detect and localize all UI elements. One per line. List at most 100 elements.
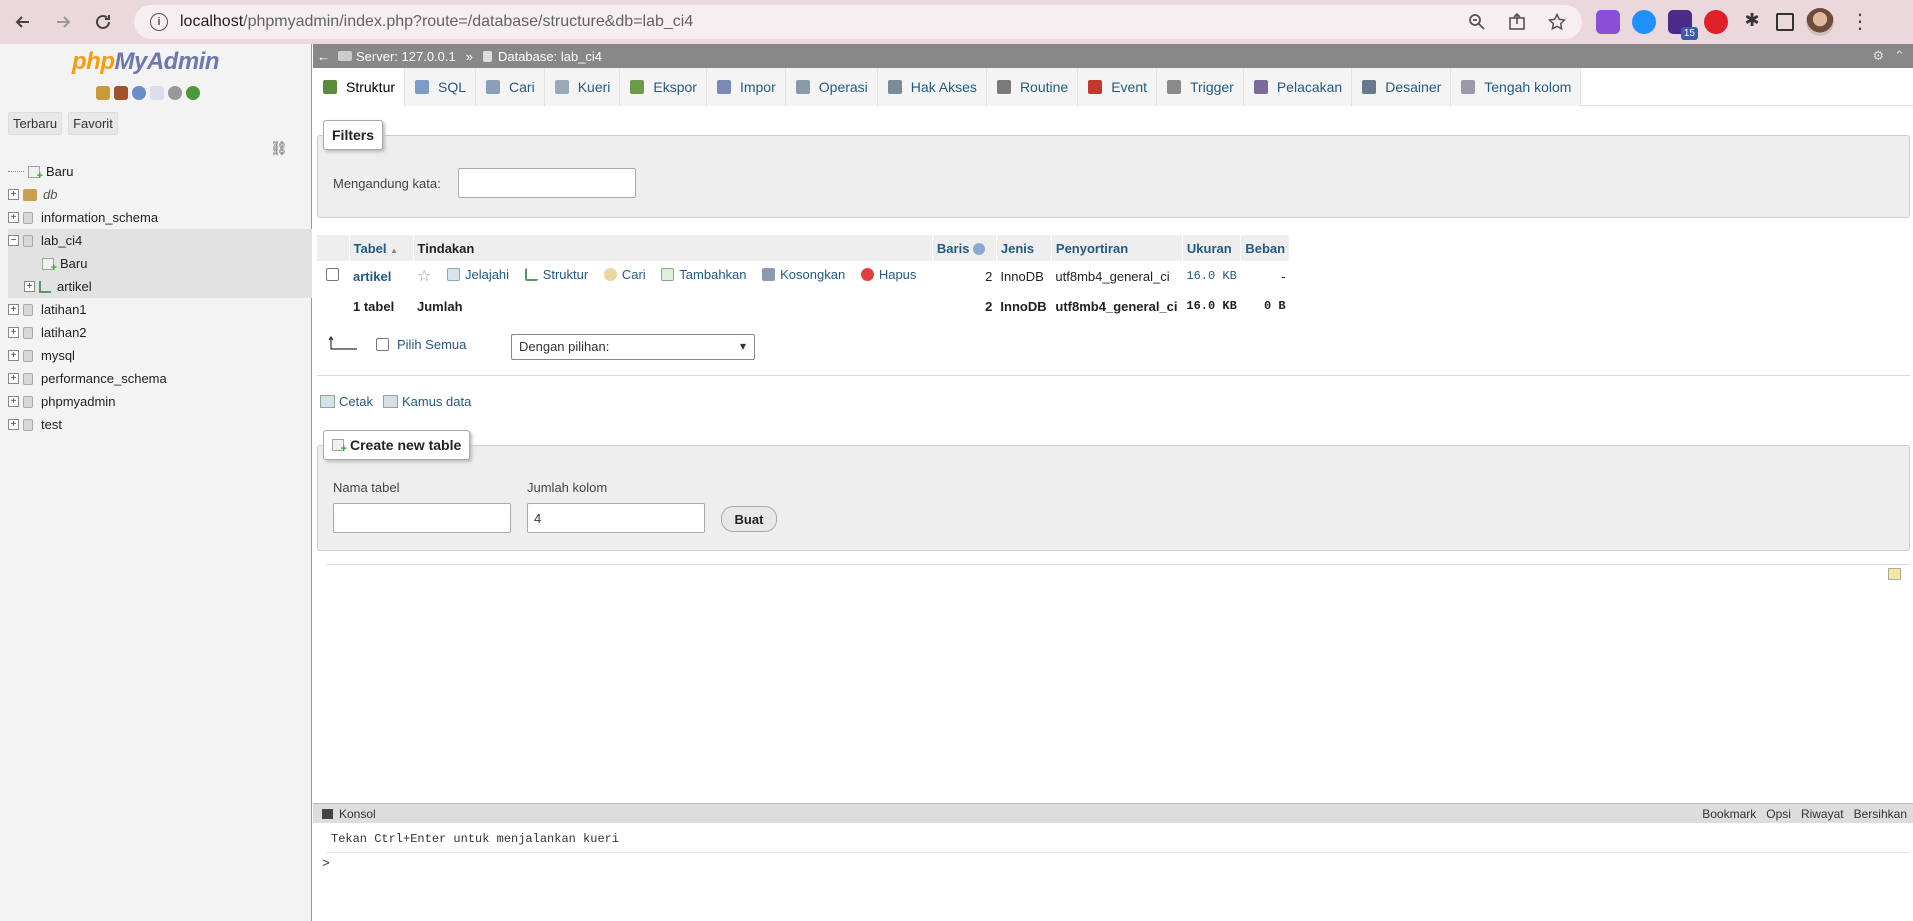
row-checkbox[interactable] <box>326 268 339 281</box>
column-count-input[interactable] <box>527 503 705 533</box>
tree-item-test[interactable]: + test <box>8 413 312 436</box>
with-selected-dropdown[interactable]: Dengan pilihan: ▾ <box>511 334 755 360</box>
structure-action[interactable]: Struktur <box>524 267 588 282</box>
back-icon[interactable] <box>6 5 40 39</box>
collapse-arrow-icon[interactable]: ← <box>317 49 330 64</box>
tab-event[interactable]: Event <box>1078 68 1158 106</box>
expand-icon[interactable]: + <box>8 419 19 430</box>
console-input[interactable]: > <box>322 856 330 871</box>
print-link[interactable]: Cetak <box>320 394 373 409</box>
help-icon[interactable] <box>973 243 986 256</box>
col-ukuran[interactable]: Ukuran <box>1182 235 1242 261</box>
tab-operasi[interactable]: Operasi <box>785 68 878 106</box>
expand-icon[interactable]: + <box>8 396 19 407</box>
expand-icon[interactable]: + <box>8 189 19 200</box>
extension-icon[interactable] <box>1596 10 1620 34</box>
tree-item-artikel[interactable]: + artikel <box>8 275 312 298</box>
phpmyadmin-logo[interactable]: phpMyAdmin <box>72 48 219 76</box>
tab-desainer[interactable]: Desainer <box>1352 68 1452 106</box>
puzzle-icon[interactable]: ✱ <box>1740 10 1764 34</box>
tree-item-latihan2[interactable]: + latihan2 <box>8 321 312 344</box>
favorites-tab[interactable]: Favorit <box>68 112 118 135</box>
data-dictionary-link[interactable]: Kamus data <box>382 394 471 409</box>
row-size[interactable]: 16.0 KB <box>1182 261 1241 291</box>
console-title[interactable]: Konsol <box>339 807 376 821</box>
refresh-icon[interactable] <box>186 86 200 100</box>
shazam-icon[interactable] <box>1632 10 1656 34</box>
favorite-star-icon[interactable]: ☆ <box>417 266 431 286</box>
tab-routine[interactable]: Routine <box>986 68 1079 106</box>
tab-hak-akses[interactable]: Hak Akses <box>877 68 987 106</box>
col-penyortiran[interactable]: Penyortiran <box>1051 235 1183 261</box>
console-history[interactable]: Riwayat <box>1801 807 1844 821</box>
console-clear[interactable]: Bersihkan <box>1854 807 1907 821</box>
breadcrumb-server[interactable]: Server: 127.0.0.1 <box>356 49 456 64</box>
expand-icon[interactable]: + <box>24 281 35 292</box>
tab-kueri[interactable]: Kueri <box>544 68 621 106</box>
star-icon[interactable] <box>1546 11 1568 33</box>
search-action[interactable]: Cari <box>603 267 646 282</box>
collapse-up-icon[interactable]: ⌃ <box>1894 48 1905 64</box>
tree-item-mysql[interactable]: + mysql <box>8 344 312 367</box>
expand-icon[interactable]: + <box>8 350 19 361</box>
empty-action[interactable]: Kosongkan <box>762 267 845 282</box>
tab-impor[interactable]: Impor <box>706 68 786 106</box>
browse-action[interactable]: Jelajahi <box>446 267 509 282</box>
tree-item-lab-ci4-new[interactable]: Baru <box>8 252 312 275</box>
tree-item-db[interactable]: + db <box>8 183 312 206</box>
console-options[interactable]: Opsi <box>1766 807 1791 821</box>
filter-input[interactable] <box>458 168 636 198</box>
col-jenis[interactable]: Jenis <box>996 235 1052 261</box>
share-icon[interactable] <box>1506 11 1528 33</box>
home-icon[interactable] <box>96 86 110 100</box>
tree-item-lab-ci4[interactable]: − lab_ci4 <box>8 229 312 252</box>
col-tabel[interactable]: Tabel ▲ <box>349 235 414 261</box>
drop-action[interactable]: Hapus <box>860 267 916 282</box>
table-name-input[interactable] <box>333 503 511 533</box>
expand-icon[interactable]: + <box>8 327 19 338</box>
tab-sql[interactable]: SQL <box>405 68 477 106</box>
tree-item-new[interactable]: Baru <box>8 160 312 183</box>
tree-item-phpmyadmin[interactable]: + phpmyadmin <box>8 390 312 413</box>
site-info-icon[interactable]: i <box>150 13 168 31</box>
col-baris[interactable]: Baris <box>932 235 997 261</box>
breadcrumb-database[interactable]: Database: lab_ci4 <box>498 49 602 64</box>
tree-item-latihan1[interactable]: + latihan1 <box>8 298 312 321</box>
zoom-icon[interactable] <box>1466 11 1488 33</box>
tab-tengah-kolom[interactable]: Tengah kolom <box>1451 68 1582 106</box>
tab-struktur[interactable]: Struktur <box>313 68 406 106</box>
tab-trigger[interactable]: Trigger <box>1157 68 1244 106</box>
menu-kebab-icon[interactable]: ⋮ <box>1850 12 1870 32</box>
help-icon[interactable] <box>132 86 146 100</box>
table-name-link[interactable]: artikel <box>353 269 391 284</box>
tab-ekspor[interactable]: Ekspor <box>620 68 707 106</box>
tab-pelacakan[interactable]: Pelacakan <box>1243 68 1353 106</box>
tree-item-information-schema[interactable]: + information_schema <box>8 206 312 229</box>
avatar[interactable] <box>1806 8 1834 36</box>
link-chain-icon[interactable]: ⛓ <box>270 140 288 157</box>
graduation-cap-icon[interactable]: 15 <box>1668 10 1698 40</box>
logout-icon[interactable] <box>114 86 128 100</box>
gear-icon[interactable] <box>168 86 182 100</box>
side-panel-icon[interactable] <box>1776 13 1794 31</box>
forward-icon[interactable] <box>46 5 80 39</box>
collapse-icon[interactable]: − <box>8 235 19 246</box>
adblock-icon[interactable] <box>1704 10 1728 34</box>
create-button[interactable]: Buat <box>721 506 777 532</box>
console-bar[interactable]: Konsol Bookmark Opsi Riwayat Bersihkan <box>313 803 1913 823</box>
select-all-checkbox[interactable] <box>376 337 389 351</box>
settings-icon[interactable]: ⚙ <box>1872 48 1884 64</box>
expand-icon[interactable]: + <box>8 212 19 223</box>
expand-icon[interactable]: + <box>8 304 19 315</box>
select-all-label[interactable]: Pilih Semua <box>397 337 466 352</box>
address-bar[interactable]: i localhost/phpmyadmin/index.php?route=/… <box>134 5 1582 39</box>
docs-icon[interactable] <box>150 86 164 100</box>
recent-tab[interactable]: Terbaru <box>8 112 63 135</box>
console-bookmark[interactable]: Bookmark <box>1702 807 1756 821</box>
reload-icon[interactable] <box>86 5 120 39</box>
tree-item-performance-schema[interactable]: + performance_schema <box>8 367 312 390</box>
page-settings-icon[interactable] <box>1888 568 1901 580</box>
col-beban[interactable]: Beban <box>1240 235 1291 261</box>
insert-action[interactable]: Tambahkan <box>661 267 747 282</box>
expand-icon[interactable]: + <box>8 373 19 384</box>
